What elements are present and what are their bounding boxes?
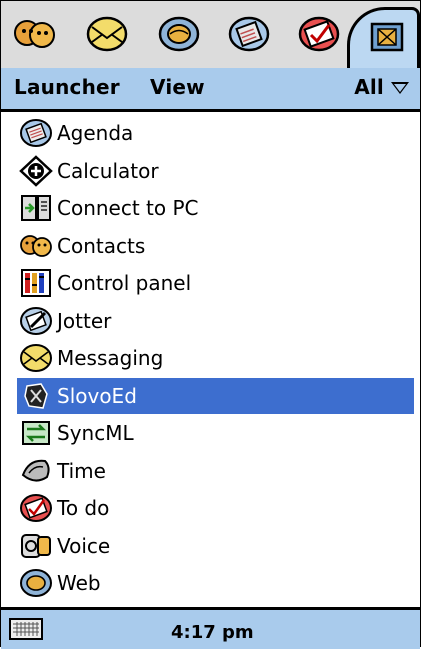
menu-view[interactable]: View — [150, 75, 205, 99]
list-item-label: Connect to PC — [57, 196, 199, 220]
chevron-down-icon[interactable] — [391, 82, 409, 94]
list-item-label: Contacts — [57, 233, 146, 258]
connect-pc-icon — [19, 192, 53, 224]
tab-launcher[interactable] — [347, 7, 420, 69]
calculator-icon — [19, 154, 53, 187]
status-bar: 4:17 pm — [1, 607, 420, 649]
slovoed-icon — [19, 380, 53, 412]
messaging-icon[interactable] — [85, 13, 129, 55]
filter-dropdown[interactable]: All — [354, 75, 384, 99]
app-toolbar — [1, 1, 420, 69]
list-item-label: Control panel — [57, 271, 192, 295]
list-item-jotter[interactable]: Jotter — [1, 302, 420, 340]
todo-icon[interactable] — [297, 13, 341, 55]
control-panel-icon — [19, 267, 53, 299]
todo-icon — [19, 492, 53, 524]
list-item-label: Agenda — [57, 121, 134, 145]
list-item-control-panel[interactable]: Control panel — [1, 264, 420, 302]
voice-icon — [19, 530, 53, 562]
list-item-calculator[interactable]: Calculator — [1, 152, 420, 190]
list-item-label: To do — [57, 496, 110, 520]
list-item-label: SyncML — [57, 421, 134, 445]
list-item-web[interactable]: Web — [1, 564, 420, 602]
list-item-messaging[interactable]: Messaging — [1, 339, 420, 377]
list-item-label: SlovoEd — [57, 383, 137, 408]
contacts-icon[interactable] — [13, 13, 57, 55]
list-item-label: Voice — [57, 533, 111, 558]
list-item-label: Jotter — [57, 308, 112, 333]
list-item-slovoed[interactable]: SlovoEd — [1, 377, 420, 415]
keyboard-icon[interactable] — [9, 618, 43, 640]
list-item-label: Web — [57, 571, 101, 595]
window-frame: Launcher View All Agenda Calculator Conn… — [0, 0, 421, 649]
messaging-icon — [19, 342, 53, 374]
menu-bar: Launcher View All — [1, 68, 420, 112]
agenda-icon[interactable] — [227, 13, 271, 55]
list-item-label: Time — [57, 458, 106, 483]
time-icon — [19, 455, 53, 487]
list-item-agenda[interactable]: Agenda — [1, 114, 420, 152]
menu-launcher[interactable]: Launcher — [14, 75, 120, 99]
list-item-syncml[interactable]: SyncML — [1, 414, 420, 452]
agenda-icon — [19, 117, 53, 149]
list-item-label: Messaging — [57, 346, 164, 370]
syncml-icon — [19, 417, 53, 449]
list-item-to-do[interactable]: To do — [1, 489, 420, 527]
status-time: 4:17 pm — [171, 622, 254, 643]
web-icon — [19, 567, 53, 599]
list-item-contacts[interactable]: Contacts — [1, 227, 420, 265]
jotter-icon — [19, 305, 53, 337]
list-item-connect-to-pc[interactable]: Connect to PC — [1, 189, 420, 227]
app-list: Agenda Calculator Connect to PC Contacts — [1, 114, 420, 602]
list-item-label: Calculator — [57, 158, 159, 183]
web-icon[interactable] — [157, 13, 201, 55]
list-item-time[interactable]: Time — [1, 452, 420, 490]
contacts-icon — [19, 230, 53, 262]
list-item-voice[interactable]: Voice — [1, 527, 420, 565]
